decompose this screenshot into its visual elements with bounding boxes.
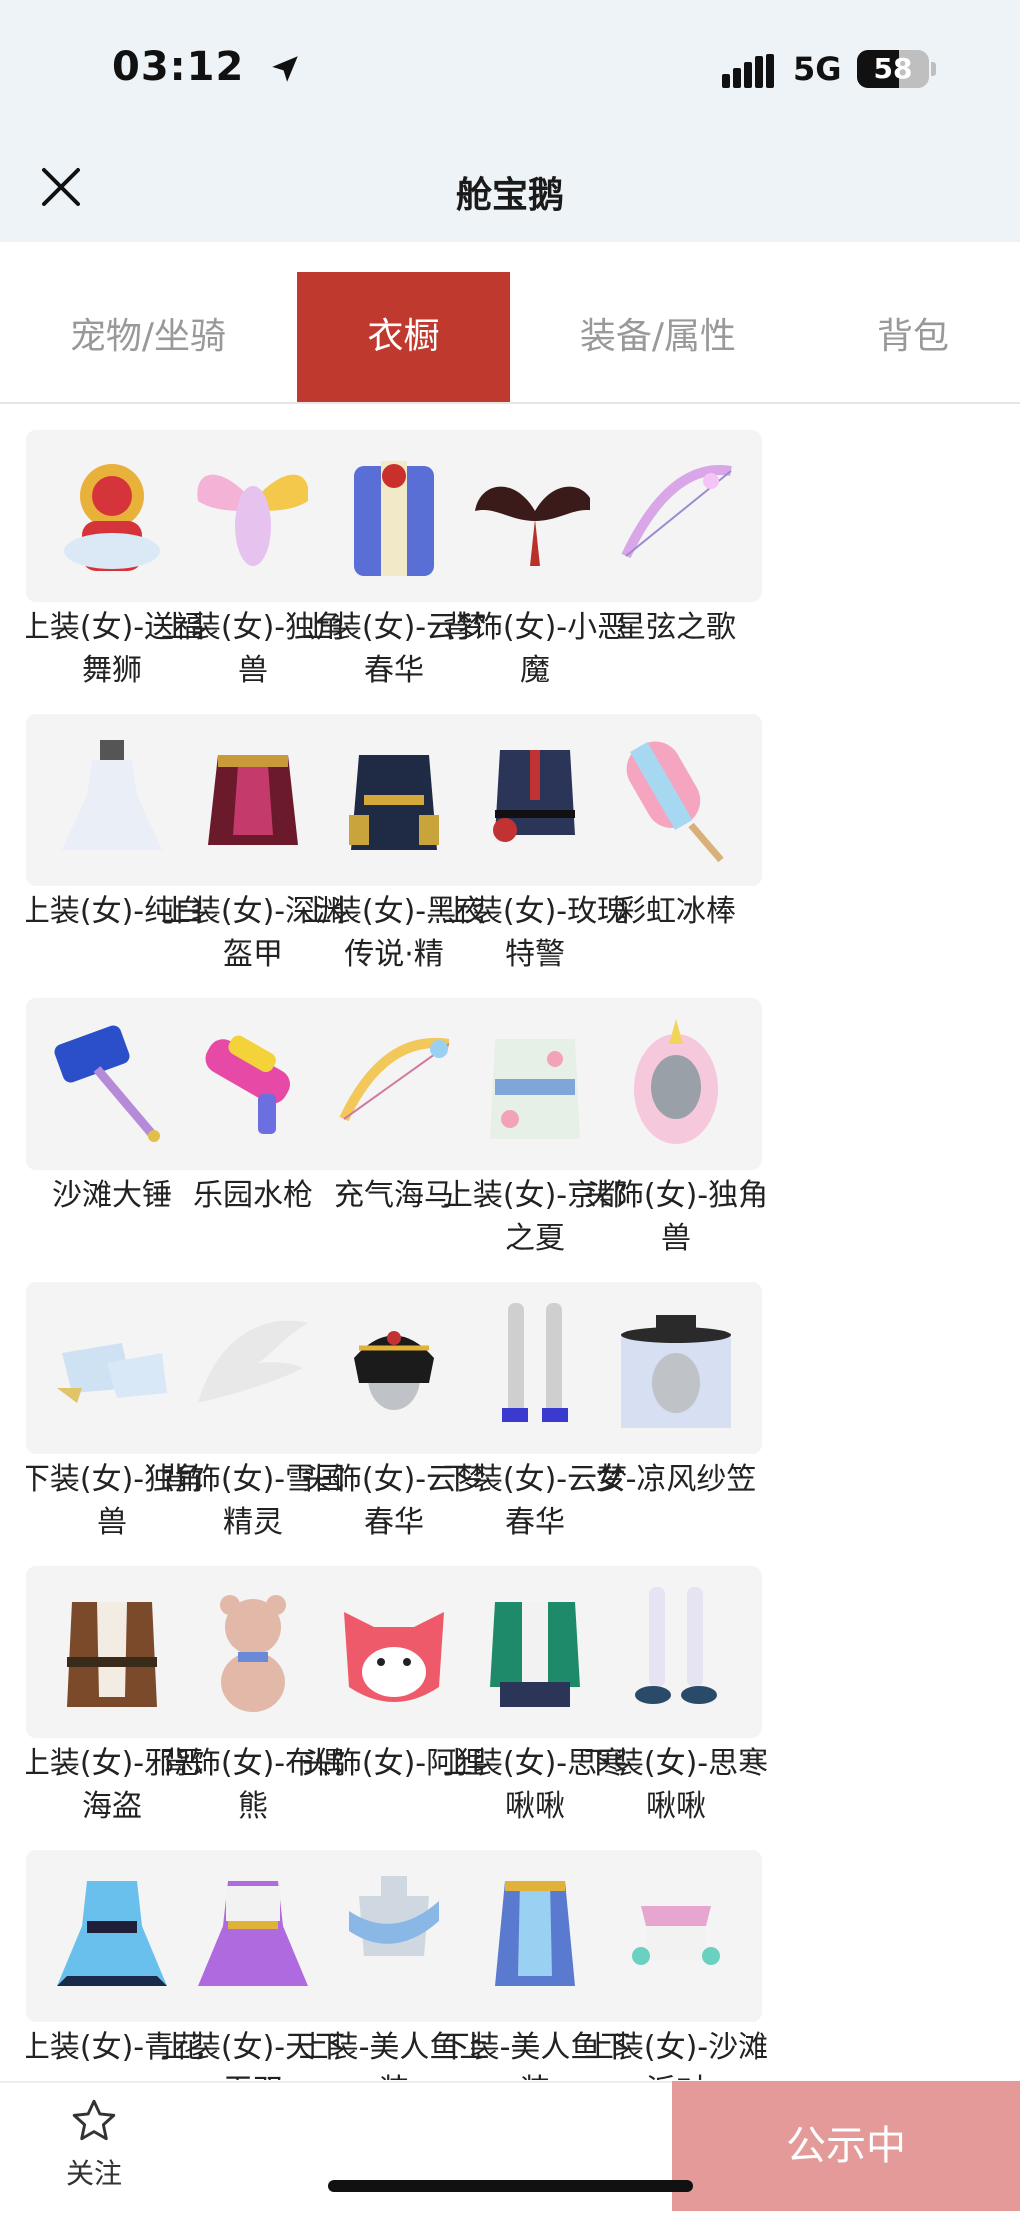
item-name: 女-凉风纱笠 bbox=[595, 1462, 757, 1497]
rainbow-popsicle-icon bbox=[626, 741, 724, 863]
wardrobe-item[interactable]: 上装(女)-沙滩派对 bbox=[584, 1850, 768, 2080]
battery-tip bbox=[931, 62, 936, 76]
mermaid-top-icon bbox=[349, 1876, 439, 1956]
signal-bars-icon bbox=[722, 54, 774, 88]
wardrobe-grid: 上装(女)-送福舞狮 上装(女)-独角兽 上装(女)-云梦春华 背饰(女)-小恶魔 星弦… bbox=[26, 430, 1000, 2080]
tab-backpack[interactable]: 背包 bbox=[806, 272, 1020, 402]
item-thumbnail bbox=[590, 1850, 762, 2022]
wardrobe-item[interactable]: 头饰(女)-独角兽 bbox=[584, 998, 768, 1260]
wardrobe-item[interactable]: 下装(女)-思寒啾啾 bbox=[584, 1566, 768, 1828]
rose-police-jacket-icon bbox=[493, 750, 575, 842]
tab-bar: 宠物/坐骑 衣橱 装备/属性 背包 bbox=[0, 272, 1020, 404]
follow-button[interactable]: 关注 bbox=[54, 2096, 134, 2192]
item-name: 上装(女)-沙滩派对 bbox=[583, 2030, 769, 2080]
purple-dress-icon bbox=[198, 1881, 308, 1986]
battery-level: 58 bbox=[873, 52, 913, 85]
heeled-legs-icon bbox=[502, 1303, 568, 1422]
item-name: 头饰(女)-独角兽 bbox=[583, 1178, 769, 1256]
tab-pets-mounts[interactable]: 宠物/坐骑 bbox=[0, 272, 296, 402]
pirate-coat-icon bbox=[67, 1602, 157, 1707]
water-gun-icon bbox=[205, 1035, 290, 1134]
rainbow-wings-bodysuit-icon bbox=[197, 474, 309, 566]
lion-costume-icon bbox=[64, 464, 160, 571]
network-type: 5G bbox=[793, 50, 842, 88]
item-thumbnail bbox=[590, 1566, 762, 1738]
kimono-icon bbox=[490, 1039, 580, 1139]
beach-top-icon bbox=[632, 1906, 720, 1965]
item-thumbnail bbox=[590, 1282, 762, 1454]
tab-wardrobe[interactable]: 衣橱 bbox=[297, 272, 510, 402]
teddy-bear-icon bbox=[220, 1595, 286, 1712]
location-arrow-icon bbox=[272, 56, 298, 82]
star-bow-icon bbox=[621, 465, 732, 559]
green-cardigan-icon bbox=[490, 1602, 580, 1707]
blue-robe-icon bbox=[354, 461, 434, 576]
white-dress-icon bbox=[62, 740, 162, 850]
mermaid-skirt-icon bbox=[495, 1881, 575, 1986]
item-name: 彩虹冰棒 bbox=[616, 894, 736, 929]
unicorn-boots-icon bbox=[57, 1343, 167, 1403]
item-name: 星弦之歌 bbox=[616, 610, 736, 645]
item-thumbnail bbox=[590, 714, 762, 886]
dark-uniform-icon bbox=[349, 755, 439, 850]
ornate-headdress-icon bbox=[354, 1331, 434, 1410]
item-thumbnail bbox=[590, 998, 762, 1170]
item-name: 下装(女)-思寒啾啾 bbox=[583, 1746, 769, 1824]
page-title: 舱宝鹅 bbox=[455, 175, 564, 216]
battery-icon: 58 bbox=[857, 50, 929, 88]
public-notice-button[interactable]: 公示中 bbox=[672, 2081, 1020, 2211]
devil-wings-icon bbox=[475, 486, 595, 566]
fox-head-icon bbox=[344, 1612, 444, 1702]
wardrobe-item[interactable]: 彩虹冰棒 bbox=[590, 714, 762, 933]
wardrobe-item[interactable]: 星弦之歌 bbox=[590, 430, 762, 649]
wardrobe-item[interactable]: 女-凉风纱笠 bbox=[590, 1282, 762, 1501]
veil-hat-icon bbox=[621, 1315, 731, 1428]
snow-wing-icon bbox=[198, 1320, 308, 1403]
star-icon bbox=[72, 2099, 116, 2141]
sneaker-legs-icon bbox=[635, 1587, 717, 1704]
beach-hammer-icon bbox=[54, 1025, 160, 1142]
unicorn-hood-icon bbox=[634, 1019, 718, 1144]
abyss-armor-icon bbox=[208, 755, 298, 845]
status-time: 03:12 bbox=[112, 44, 245, 90]
top-bar: 03:12 5G 58 舱宝鹅 bbox=[0, 0, 1020, 242]
item-thumbnail bbox=[590, 430, 762, 602]
inflatable-seahorse-bow-icon bbox=[339, 1038, 450, 1122]
blue-white-dress-icon bbox=[57, 1881, 167, 1986]
tab-equipment-attributes[interactable]: 装备/属性 bbox=[510, 272, 806, 402]
follow-label: 关注 bbox=[65, 2157, 122, 2190]
home-indicator bbox=[328, 2180, 693, 2192]
